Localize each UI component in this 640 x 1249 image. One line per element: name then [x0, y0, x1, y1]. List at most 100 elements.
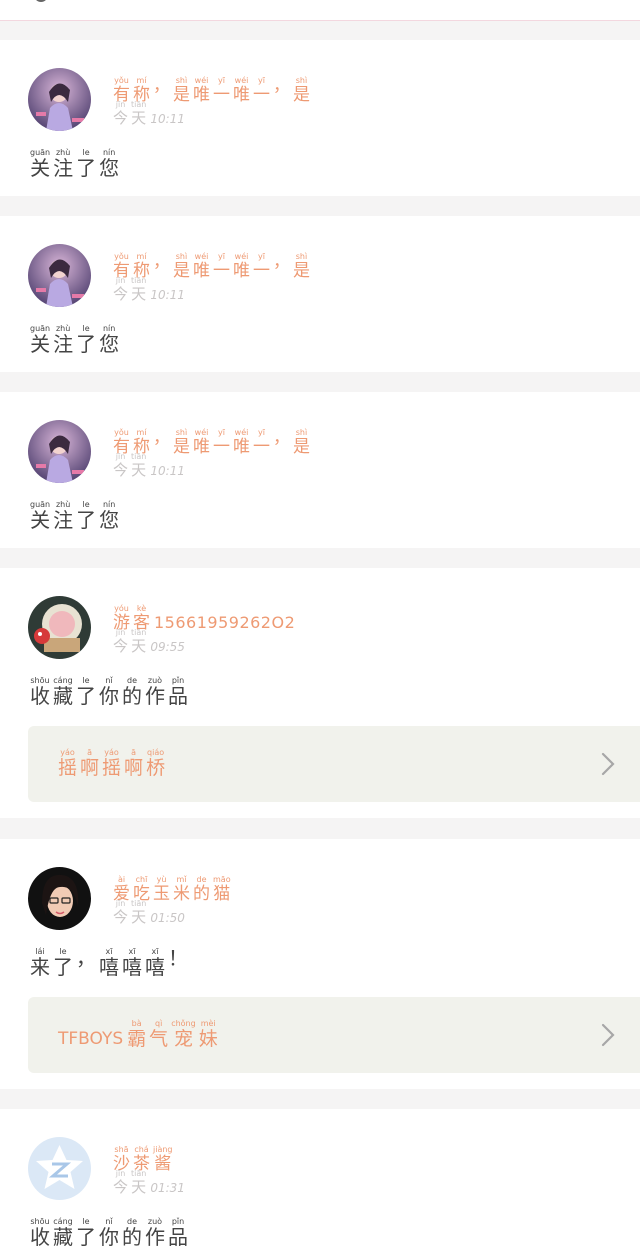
work-title-char: 桥qiáo — [146, 748, 166, 779]
message-char: 藏cáng — [53, 1217, 73, 1249]
timestamp: 今jīn 天tiān 01:31 — [113, 1169, 185, 1195]
glasses-girl-avatar[interactable] — [28, 867, 91, 930]
notification-card[interactable]: 有yǒu 称mí，是shì 唯wéi 一yī 唯wéi 一yī，是shì 今jīn 天tiān… — [0, 40, 640, 196]
chevron-right-icon[interactable] — [596, 1021, 620, 1049]
day-char: 今jīn — [113, 1169, 129, 1196]
day-char: 天tiān — [131, 276, 147, 303]
message-char: 注zhù — [53, 500, 74, 532]
nickname-char: ， — [153, 428, 170, 448]
notification-message: 收shōu 藏cáng 了le 你nǐ 的de 作zuò 品pǐn — [30, 676, 188, 706]
message-char: 收shōu — [30, 676, 50, 708]
time-value: 10:11 — [150, 464, 185, 478]
nickname-char: 是shì — [173, 252, 190, 281]
nickname-char: 唯wéi — [193, 76, 210, 105]
day-char: 今jīn — [113, 276, 129, 303]
qq-default-avatar[interactable] — [28, 1137, 91, 1200]
work-title-char: 摇yáo — [58, 748, 78, 779]
nickname-char: 唯wéi — [233, 252, 250, 281]
message-char: 了le — [76, 676, 96, 708]
notification-card[interactable]: 爱ài 吃chī 玉yù 米mǐ 的de 猫māo 今jīn 天tiān 01:50 来lái 了l… — [0, 839, 640, 1089]
back-icon[interactable] — [34, 0, 48, 2]
nickname-char: 是shì — [293, 428, 310, 457]
message-char: 品pǐn — [168, 1217, 188, 1249]
time-value: 09:55 — [150, 640, 185, 654]
message-char: 注zhù — [53, 148, 74, 180]
day-char: 今jīn — [113, 100, 129, 127]
nickname-char: 一yī — [253, 428, 270, 457]
nickname-char: 一yī — [213, 76, 230, 105]
nickname-char: 的de — [193, 875, 210, 904]
message-char: 了le — [76, 148, 97, 180]
day-char: 今jīn — [113, 628, 129, 655]
notification-message: 收shōu 藏cáng 了le 你nǐ 的de 作zuò 品pǐn — [30, 1217, 188, 1247]
nickname-char: 是shì — [173, 428, 190, 457]
message-char: 来lái — [30, 947, 50, 979]
notification-card[interactable]: 有yǒu 称mí，是shì 唯wéi 一yī 唯wéi 一yī，是shì 今jīn 天tiān… — [0, 216, 640, 372]
notification-card[interactable]: 有yǒu 称mí，是shì 唯wéi 一yī 唯wéi 一yī，是shì 今jīn 天tiān… — [0, 392, 640, 548]
notification-card[interactable]: 沙shā 茶chá 酱jiàng 今jīn 天tiān 01:31 收shōu 藏cáng 了l… — [0, 1109, 640, 1249]
notification-message: 关guān 注zhù 了le 您nín — [30, 148, 119, 178]
nickname-char: 唯wéi — [233, 76, 250, 105]
work-title-char: 霸bà — [127, 1019, 147, 1050]
nickname-char: 是shì — [293, 76, 310, 105]
work-title: 摇yáo 啊ā 摇yáo 啊ā 桥qiáo — [58, 748, 165, 778]
anime-girl-avatar[interactable] — [28, 244, 91, 307]
work-title-char: 啊ā — [124, 748, 144, 779]
nickname-char: 唯wéi — [193, 252, 210, 281]
message-char: 了le — [76, 500, 97, 532]
message-char: 嘻xī — [145, 947, 165, 979]
day-char: 天tiān — [131, 899, 147, 926]
notification-message: 关guān 注zhù 了le 您nín — [30, 500, 119, 530]
nickname-char: 是shì — [293, 252, 310, 281]
message-char: 你nǐ — [99, 676, 119, 708]
nickname-char: ， — [153, 252, 170, 272]
message-char: 的de — [122, 676, 142, 708]
nickname-char: 是shì — [173, 76, 190, 105]
fishbowl-avatar[interactable] — [28, 596, 91, 659]
notification-message: 关guān 注zhù 了le 您nín — [30, 324, 119, 354]
day-char: 今jīn — [113, 452, 129, 479]
nickname-char: ， — [273, 252, 290, 272]
nickname-char: 一yī — [213, 428, 230, 457]
nickname-char: 米mǐ — [173, 875, 190, 904]
timestamp: 今jīn 天tiān 10:11 — [113, 452, 185, 478]
work-title: TFBOYS 霸bà 气qì 宠chǒng 妹mèi — [58, 1019, 218, 1049]
message-char: 嘻xī — [122, 947, 142, 979]
notification-card[interactable]: 游yóu 客kè 15661959262O2 今jīn 天tiān 09:55 收shōu 藏… — [0, 568, 640, 818]
message-char: 您nín — [99, 148, 120, 180]
message-char: 关guān — [30, 324, 51, 356]
anime-girl-avatar[interactable] — [28, 420, 91, 483]
day-char: 天tiān — [131, 1169, 147, 1196]
message-char: 了le — [76, 1217, 96, 1249]
message-char: 品pǐn — [168, 676, 188, 708]
time-value: 01:50 — [150, 911, 185, 925]
nickname-id: 15661959262O2 — [154, 613, 296, 632]
work-link[interactable]: TFBOYS 霸bà 气qì 宠chǒng 妹mèi — [28, 997, 640, 1073]
time-value: 01:31 — [150, 1181, 185, 1195]
notification-message: 来lái 了le，嘻xī 嘻xī 嘻xī！ — [30, 947, 188, 977]
nickname-char: 玉yù — [153, 875, 170, 904]
message-char: 你nǐ — [99, 1217, 119, 1249]
message-char: 收shōu — [30, 1217, 50, 1249]
work-link[interactable]: 摇yáo 啊ā 摇yáo 啊ā 桥qiáo — [28, 726, 640, 802]
time-value: 10:11 — [150, 112, 185, 126]
message-char: 关guān — [30, 148, 51, 180]
timestamp: 今jīn 天tiān 09:55 — [113, 628, 185, 654]
message-char: 作zuò — [145, 1217, 165, 1249]
nickname-char: 一yī — [213, 252, 230, 281]
day-char: 今jīn — [113, 899, 129, 926]
timestamp: 今jīn 天tiān 10:11 — [113, 100, 185, 126]
chevron-right-icon[interactable] — [596, 750, 620, 778]
message-char: 了le — [53, 947, 73, 979]
day-char: 天tiān — [131, 628, 147, 655]
work-title-char: 气qì — [149, 1019, 169, 1050]
time-value: 10:11 — [150, 288, 185, 302]
message-char: 您nín — [99, 500, 120, 532]
work-title-prefix: TFBOYS — [58, 1029, 124, 1049]
anime-girl-avatar[interactable] — [28, 68, 91, 131]
nickname-char: ， — [153, 76, 170, 96]
message-char: 的de — [122, 1217, 142, 1249]
timestamp: 今jīn 天tiān 10:11 — [113, 276, 185, 302]
nickname-char: ， — [273, 428, 290, 448]
work-title-char: 摇yáo — [102, 748, 122, 779]
